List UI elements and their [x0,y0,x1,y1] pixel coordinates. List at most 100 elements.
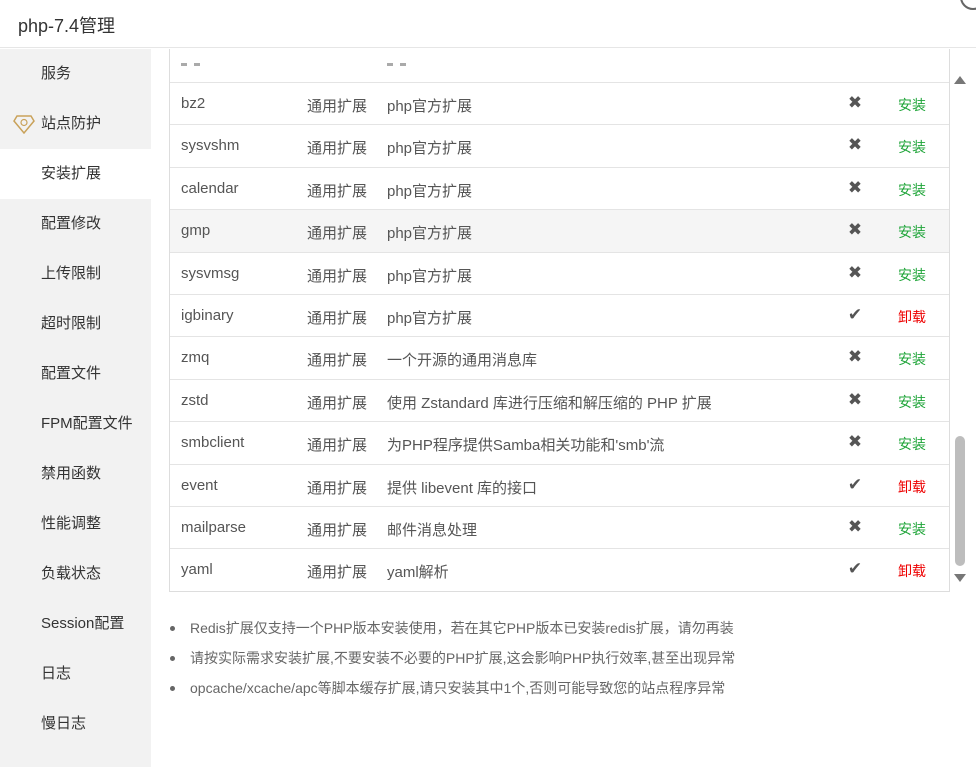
sidebar-item-label: 配置文件 [41,365,102,382]
scroll-down-arrow-icon[interactable] [954,574,966,582]
close-icon[interactable] [960,0,976,10]
sidebar-item[interactable]: 禁用函数 [0,449,151,499]
install-link[interactable]: 安装 [898,137,926,157]
extension-description: yaml解析 [387,564,449,582]
cross-icon: ✖ [847,389,863,409]
install-link[interactable]: 安装 [898,434,926,454]
extension-name: event [181,476,218,494]
sidebar-item[interactable]: 负载状态 [0,549,151,599]
extension-name: yaml [181,561,213,579]
extension-type: 通用扩展 [307,352,368,370]
sidebar-item[interactable]: 上传限制 [0,249,151,299]
sidebar-item[interactable]: 配置修改 [0,199,151,249]
sidebar-item[interactable]: 超时限制 [0,299,151,349]
diamond-icon [13,115,35,134]
table-row: sysvshm 通用扩展 php官方扩展 ✖ 安装 [170,125,949,168]
table-row: mailparse 通用扩展 邮件消息处理 ✖ 安装 [170,507,949,550]
install-link[interactable]: 安装 [898,265,926,285]
table-scrollbar[interactable] [952,70,968,590]
install-link[interactable]: 安装 [898,180,926,200]
sidebar-item[interactable]: 慢日志 [0,699,151,749]
check-icon: ✔ [847,474,863,494]
sidebar-item-label: 禁用函数 [41,465,102,482]
extension-description: php官方扩展 [387,267,473,285]
table-row: calendar 通用扩展 php官方扩展 ✖ 安装 [170,168,949,211]
sidebar-item-label: 性能调整 [41,515,102,532]
table-row: event 通用扩展 提供 libevent 库的接口 ✔ 卸载 [170,465,949,507]
extension-type: 通用扩展 [307,310,368,327]
sidebar-item[interactable]: 安装扩展 [0,149,151,199]
window-title: php-7.4管理 [18,16,116,36]
extension-name: sysvmsg [181,264,240,282]
window-titlebar: php-7.4管理 [0,0,976,48]
extension-type: 通用扩展 [307,564,368,582]
cross-icon: ✖ [847,220,863,240]
sidebar-item-label: 安装扩展 [41,165,102,182]
extension-name: smbclient [181,434,245,452]
extension-name: sysvshm [181,137,240,155]
extension-description: php官方扩展 [387,310,473,327]
sidebar-item[interactable]: 站点防护 [0,99,151,149]
note-item: Redis扩展仅支持一个PHP版本安装使用，若在其它PHP版本已安装redis扩… [169,613,959,643]
sidebar-item-label: 负载状态 [41,565,102,582]
cut-text [387,63,393,66]
scroll-thumb[interactable] [955,436,965,566]
check-icon: ✔ [847,305,863,324]
extension-type: 通用扩展 [307,394,368,412]
extension-description: 使用 Zstandard 库进行压缩和解压缩的 PHP 扩展 [387,394,712,412]
sidebar-item[interactable]: 服务 [0,49,151,99]
extension-description: 一个开源的通用消息库 [387,352,538,370]
extension-description: php官方扩展 [387,140,473,158]
install-link[interactable]: 安装 [898,95,926,115]
cut-text [181,63,187,66]
table-row-partial [170,49,949,83]
sidebar-item[interactable]: 配置文件 [0,349,151,399]
install-link[interactable]: 安装 [898,222,926,242]
extension-type: 通用扩展 [307,98,368,115]
sidebar-item[interactable]: 性能调整 [0,499,151,549]
uninstall-link[interactable]: 卸载 [898,477,926,497]
extension-name: zmq [181,349,210,367]
sidebar-item[interactable]: Session配置 [0,599,151,649]
cross-icon: ✖ [847,432,863,452]
scroll-up-arrow-icon[interactable] [954,76,966,84]
extension-type: 通用扩展 [307,140,368,158]
extension-description: php官方扩展 [387,182,473,200]
sidebar: 服务站点防护安装扩展配置修改上传限制超时限制配置文件 FPM配置文件禁用函数性能调… [0,49,151,767]
table-row: zstd 通用扩展 使用 Zstandard 库进行压缩和解压缩的 PHP 扩展 ✖ 安… [170,380,949,423]
sidebar-item-label: 站点防护 [41,115,102,132]
cross-icon: ✖ [847,93,863,112]
uninstall-link[interactable]: 卸载 [898,307,926,327]
sidebar-item-label: 慢日志 [41,715,87,732]
extension-name: igbinary [181,307,234,324]
help-notes: Redis扩展仅支持一个PHP版本安装使用，若在其它PHP版本已安装redis扩… [169,613,959,703]
sidebar-item-label: 服务 [41,65,72,82]
extension-name: bz2 [181,95,206,112]
cross-icon: ✖ [847,347,863,367]
extension-description: 提供 libevent 库的接口 [387,479,538,497]
note-item: opcache/xcache/apc等脚本缓存扩展,请只安装其中1个,否则可能导… [169,673,959,703]
note-item: 请按实际需求安装扩展,不要安装不必要的PHP扩展,这会影响PHP执行效率,甚至出… [169,643,959,673]
extension-type: 通用扩展 [307,225,368,243]
sidebar-item[interactable]: 日志 [0,649,151,699]
uninstall-link[interactable]: 卸载 [898,561,926,581]
extension-name: gmp [181,222,211,240]
extension-name: calendar [181,179,239,197]
extension-description: 为PHP程序提供Samba相关功能和'smb'流 [387,437,665,455]
cross-icon: ✖ [847,262,863,282]
install-link[interactable]: 安装 [898,349,926,369]
sidebar-item-label: Session配置 [41,615,125,632]
sidebar-item-label: 日志 [41,665,72,682]
sidebar-item[interactable]: FPM配置文件 [0,399,151,449]
install-link[interactable]: 安装 [898,519,926,539]
table-row: igbinary 通用扩展 php官方扩展 ✔ 卸载 [170,295,949,338]
sidebar-item-label: 配置修改 [41,215,102,232]
sidebar-item-label: 上传限制 [41,265,102,282]
cross-icon: ✖ [847,135,863,155]
install-link[interactable]: 安装 [898,392,926,412]
cut-text [400,63,406,66]
cut-text [194,63,200,66]
extension-description: php官方扩展 [387,98,473,115]
extensions-table: bz2 通用扩展 php官方扩展 ✖ 安装 sysvshm 通用扩展 php官方扩展 ✖ 安装 ca… [169,49,950,592]
table-row: smbclient 通用扩展 为PHP程序提供Samba相关功能和'smb'流 ✖ 安装 [170,422,949,465]
